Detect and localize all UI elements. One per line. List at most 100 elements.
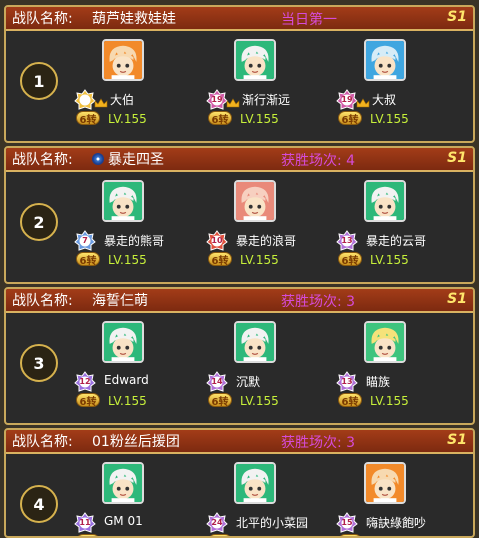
crown-icon <box>356 93 370 108</box>
player-avatar[interactable] <box>102 462 144 504</box>
team-name: 海誓仨萌 <box>92 290 148 310</box>
team-name-label: 战队名称: <box>12 293 73 309</box>
player-avatar[interactable] <box>102 39 144 81</box>
team-panel: 战队名称: 01粉丝后援团 获胜场次: 3 S1 4 GM 01 11 北平的小… <box>4 428 475 538</box>
team-status: 获胜场次: 4 <box>281 153 356 169</box>
player-avatar[interactable] <box>364 180 406 222</box>
rank-number: 3 <box>20 344 58 382</box>
team-members: 1 大伯 6转 LV.155 渐行渐远 6转 LV.155 19 大叔 6转 L… <box>6 31 473 141</box>
team-panel: 战队名称: 葫芦娃救娃娃 当日第一 S1 1 大伯 6转 LV.155 渐行渐远… <box>4 5 475 143</box>
evolution-badge: 6转 <box>338 111 362 126</box>
player-name: 暴走的熊哥 <box>104 234 165 248</box>
player-level: LV.155 <box>370 394 409 408</box>
team-member[interactable]: 北平的小菜园 6转 24 <box>206 454 346 536</box>
team-panel: 战队名称: 暴走四圣 获胜场次: 4 S1 2 暴走的熊哥 6转 LV.155 … <box>4 146 475 284</box>
rank-number: 1 <box>20 62 58 100</box>
team-member[interactable]: 暴走的熊哥 6转 LV.155 7 <box>74 172 214 272</box>
team-member[interactable]: GM 01 6转 11 <box>74 454 214 536</box>
player-name: 北平的小菜园 <box>236 516 309 530</box>
season-badge: S1 <box>447 432 467 448</box>
rank-medal-number: 10 <box>211 236 223 245</box>
team-member[interactable]: Edward 6转 LV.155 12 <box>74 313 214 413</box>
player-level: LV.155 <box>240 253 279 267</box>
player-name: GM 01 <box>104 514 143 528</box>
rank-medal-number: 15 <box>341 518 353 527</box>
player-avatar[interactable] <box>364 462 406 504</box>
team-members: 2 暴走的熊哥 6转 LV.155 7 暴走的浪哥 6转 LV.155 10 暴… <box>6 172 473 282</box>
team-member[interactable]: 嗨訣綠飽吵 6转 15 <box>336 454 473 536</box>
evolution-badge: 6转 <box>76 252 100 267</box>
rank-medal-number: 13 <box>341 236 353 245</box>
team-name-label: 战队名称: <box>12 434 73 450</box>
rank-medal-number: 14 <box>211 377 223 386</box>
team-name: 暴走四圣 <box>92 149 164 169</box>
player-name: 沉默 <box>236 375 261 389</box>
player-name: 渐行渐远 <box>242 93 291 107</box>
player-avatar[interactable] <box>234 462 276 504</box>
player-level: LV.155 <box>240 394 279 408</box>
evolution-badge: 6转 <box>338 393 362 408</box>
player-name: Edward <box>104 373 149 387</box>
player-avatar[interactable] <box>102 180 144 222</box>
team-member[interactable]: 瞄族 6转 LV.155 13 <box>336 313 473 413</box>
player-avatar[interactable] <box>234 180 276 222</box>
evolution-badge: 6转 <box>208 393 232 408</box>
evolution-badge: 6转 <box>76 111 100 126</box>
team-status: 获胜场次: 3 <box>281 435 356 451</box>
player-level: LV.155 <box>108 112 147 126</box>
rank-number: 4 <box>20 485 58 523</box>
evolution-badge: 6转 <box>338 534 362 536</box>
rank-medal-number: 19 <box>341 95 353 104</box>
evolution-badge: 6转 <box>76 393 100 408</box>
team-name-text: 01粉丝后援团 <box>92 434 180 450</box>
team-name: 01粉丝后援团 <box>92 431 180 451</box>
team-member[interactable]: 暴走的浪哥 6转 LV.155 10 <box>206 172 346 272</box>
team-member[interactable]: 渐行渐远 6转 LV.155 19 <box>206 31 346 131</box>
player-name: 瞄族 <box>366 375 391 389</box>
crown-icon <box>226 93 240 108</box>
season-badge: S1 <box>447 9 467 25</box>
team-members: 3 Edward 6转 LV.155 12 沉默 6转 LV.155 14 瞄族… <box>6 313 473 423</box>
team-status: 当日第一 <box>281 12 337 28</box>
player-avatar[interactable] <box>364 39 406 81</box>
rank-medal-number: 12 <box>79 377 91 386</box>
team-panel: 战队名称: 海誓仨萌 获胜场次: 3 S1 3 Edward 6转 LV.155… <box>4 287 475 425</box>
player-name: 大伯 <box>110 93 135 107</box>
player-avatar[interactable] <box>234 39 276 81</box>
rank-medal-number: 24 <box>211 518 223 527</box>
team-member[interactable]: 大叔 6转 LV.155 19 <box>336 31 473 131</box>
player-level: LV.155 <box>370 112 409 126</box>
player-avatar[interactable] <box>234 321 276 363</box>
team-name-text: 海誓仨萌 <box>92 293 148 309</box>
rank-number: 2 <box>20 203 58 241</box>
rank-medal-number: 13 <box>341 377 353 386</box>
player-level: LV.155 <box>108 394 147 408</box>
evolution-badge: 6转 <box>208 252 232 267</box>
player-avatar[interactable] <box>364 321 406 363</box>
team-header: 战队名称: 01粉丝后援团 获胜场次: 3 S1 <box>6 430 473 454</box>
team-name-text: 暴走四圣 <box>108 152 164 168</box>
evolution-badge: 6转 <box>208 534 232 536</box>
season-badge: S1 <box>447 150 467 166</box>
team-header: 战队名称: 葫芦娃救娃娃 当日第一 S1 <box>6 7 473 31</box>
evolution-badge: 6转 <box>76 534 100 536</box>
crown-icon <box>94 93 108 108</box>
rank-medal-number: 7 <box>82 236 88 245</box>
rank-medal-number: 11 <box>79 518 91 527</box>
player-avatar[interactable] <box>102 321 144 363</box>
player-level: LV.155 <box>108 253 147 267</box>
team-status: 获胜场次: 3 <box>281 294 356 310</box>
team-member[interactable]: 沉默 6转 LV.155 14 <box>206 313 346 413</box>
evolution-badge: 6转 <box>338 252 362 267</box>
team-member[interactable]: 暴走的云哥 6转 LV.155 13 <box>336 172 473 272</box>
player-name: 暴走的云哥 <box>366 234 427 248</box>
player-level: LV.155 <box>370 253 409 267</box>
player-level: LV.155 <box>240 112 279 126</box>
team-name-label: 战队名称: <box>12 152 73 168</box>
team-members: 4 GM 01 6转 11 <box>6 454 473 536</box>
rank-medal-icon <box>74 89 96 111</box>
team-member[interactable]: 大伯 6转 LV.155 <box>74 31 214 131</box>
team-name: 葫芦娃救娃娃 <box>92 8 176 28</box>
team-name-text: 葫芦娃救娃娃 <box>92 11 176 27</box>
evolution-badge: 6转 <box>208 111 232 126</box>
